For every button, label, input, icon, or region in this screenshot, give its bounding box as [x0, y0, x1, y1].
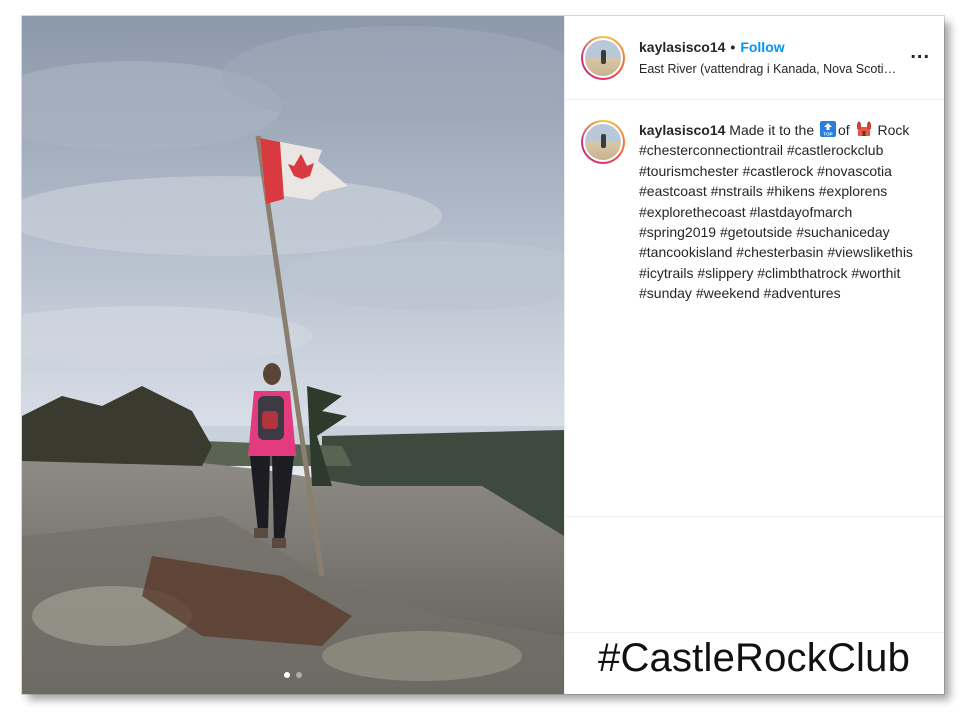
caption-part2: of [838, 122, 850, 138]
follow-button[interactable]: Follow [740, 39, 784, 55]
post-details-panel: kaylasisco14 • Follow East River (vatten… [564, 16, 944, 694]
more-options-icon[interactable]: ... [910, 42, 930, 62]
avatar[interactable] [581, 120, 625, 164]
castle-emoji-icon [856, 121, 871, 136]
post-photo[interactable] [22, 16, 564, 694]
caption-part1: Made it to the [729, 122, 815, 138]
divider [565, 516, 944, 517]
caption-comment: kaylasisco14 Made it to the TOP of Rock … [565, 100, 944, 304]
separator-dot: • [730, 39, 736, 55]
post-header: kaylasisco14 • Follow East River (vatten… [565, 16, 944, 100]
instagram-post-frame: kaylasisco14 • Follow East River (vatten… [22, 16, 944, 694]
svg-text:TOP: TOP [823, 132, 832, 137]
divider [565, 632, 944, 633]
carousel-dot[interactable] [296, 672, 302, 678]
caption-text: kaylasisco14 Made it to the TOP of Rock … [639, 120, 919, 304]
carousel-dot[interactable] [284, 672, 290, 678]
top-arrow-emoji-icon: TOP [820, 121, 837, 137]
caption-part3: Rock #chesterconnectiontrail #castlerock… [639, 122, 913, 302]
carousel-indicator [22, 672, 564, 678]
castlerockclub-banner: #CastleRockClub [598, 636, 911, 680]
caption-username[interactable]: kaylasisco14 [639, 122, 725, 138]
username-link[interactable]: kaylasisco14 [639, 39, 725, 55]
location-link[interactable]: East River (vattendrag i Kanada, Nova Sc… [639, 62, 902, 76]
avatar[interactable] [581, 35, 625, 80]
hiker-flag-photo [22, 16, 564, 694]
